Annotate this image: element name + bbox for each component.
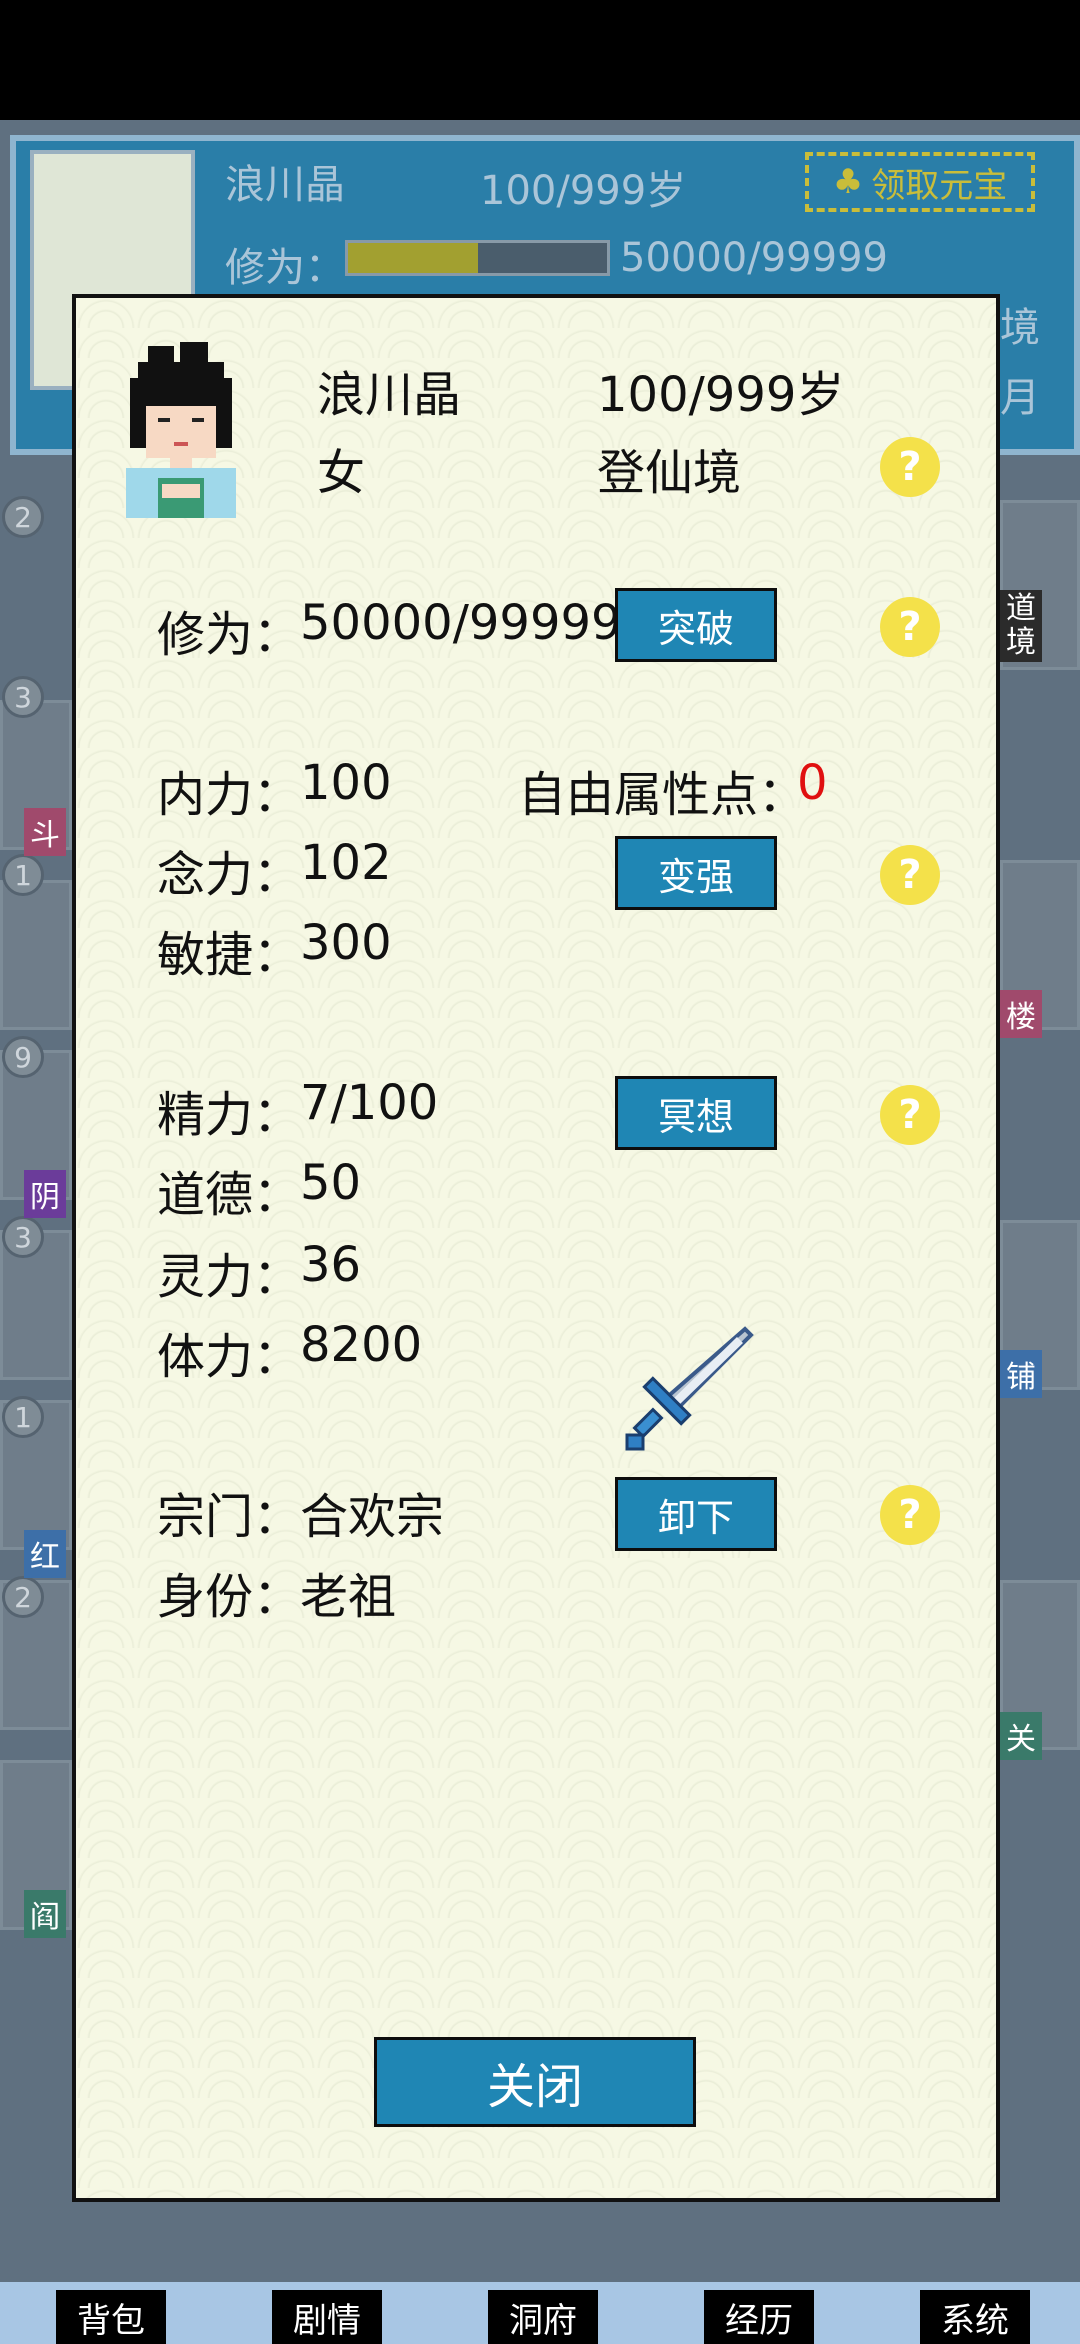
sect-help-icon[interactable]: ? xyxy=(880,1485,940,1545)
identity-value: 老祖 xyxy=(300,1569,397,1625)
nav-system-button[interactable]: 系统 xyxy=(920,2290,1030,2344)
count-badge: 3 xyxy=(2,1216,44,1258)
sword-icon xyxy=(625,1326,754,1451)
energy-value: 7/100 xyxy=(300,1075,439,1131)
nav-bag-button[interactable]: 背包 xyxy=(56,2290,166,2344)
agility-value: 300 xyxy=(300,915,392,971)
background-tag: 关 xyxy=(1000,1712,1042,1760)
background-tag: 阎 xyxy=(24,1890,66,1938)
background-tag: 道 境 xyxy=(1000,590,1042,662)
reward-button[interactable]: ♣ 领取元宝 xyxy=(805,152,1035,212)
background-tag: 阴 xyxy=(24,1170,66,1218)
background-cultivation-value: 50000/99999 xyxy=(620,235,888,281)
character-realm: 登仙境 xyxy=(597,445,742,501)
mind-power-label: 念力： xyxy=(157,847,302,903)
cultivation-value: 50000/99999 xyxy=(300,595,622,651)
background-name: 浪川晶 xyxy=(225,162,345,208)
agility-label: 敏捷： xyxy=(157,927,302,983)
background-cultivation-label: 修为： xyxy=(225,245,345,291)
ingot-icon: ♣ xyxy=(832,162,864,202)
free-points-label: 自由属性点： xyxy=(518,767,807,823)
realm-help-icon[interactable]: ? xyxy=(880,437,940,497)
nav-history-button[interactable]: 经历 xyxy=(704,2290,814,2344)
nav-story-button[interactable]: 剧情 xyxy=(272,2290,382,2344)
background-right-text-1: 境 xyxy=(1000,305,1040,351)
inner-power-label: 内力： xyxy=(157,767,302,823)
cultivation-label: 修为： xyxy=(157,607,302,663)
sect-label: 宗门： xyxy=(157,1489,302,1545)
close-button[interactable]: 关闭 xyxy=(374,2037,696,2127)
reward-button-label: 领取元宝 xyxy=(871,165,1008,206)
background-cultivation-fill xyxy=(348,243,478,273)
inner-power-value: 100 xyxy=(300,755,392,811)
mind-power-value: 102 xyxy=(300,835,392,891)
meditate-button[interactable]: 冥想 xyxy=(615,1076,777,1150)
morality-value: 50 xyxy=(300,1155,362,1211)
character-gender: 女 xyxy=(317,445,366,501)
stamina-value: 8200 xyxy=(300,1317,423,1373)
background-tag: 铺 xyxy=(1000,1350,1042,1398)
background-age: 100/999岁 xyxy=(480,168,687,214)
background-right-text-2: 月 xyxy=(1000,375,1040,421)
spirit-value: 36 xyxy=(300,1237,362,1293)
energy-label: 精力： xyxy=(157,1087,302,1143)
count-badge: 9 xyxy=(2,1036,44,1078)
strengthen-button[interactable]: 变强 xyxy=(615,836,777,910)
character-avatar xyxy=(126,342,236,518)
count-badge: 1 xyxy=(2,854,44,896)
count-badge: 2 xyxy=(2,1576,44,1618)
nav-cave-button[interactable]: 洞府 xyxy=(488,2290,598,2344)
free-points-value: 0 xyxy=(797,755,828,811)
unequip-button[interactable]: 卸下 xyxy=(615,1477,777,1551)
background-tile[interactable] xyxy=(0,880,72,1030)
count-badge: 3 xyxy=(2,676,44,718)
attributes-help-icon[interactable]: ? xyxy=(880,845,940,905)
breakthrough-button[interactable]: 突破 xyxy=(615,588,777,662)
count-badge: 2 xyxy=(2,496,44,538)
background-tag: 楼 xyxy=(1000,990,1042,1038)
status-bar xyxy=(0,0,1080,120)
background-tag: 斗 xyxy=(24,808,66,856)
background-tag: 红 xyxy=(24,1530,66,1578)
count-badge: 1 xyxy=(2,1396,44,1438)
background-cultivation-bar xyxy=(345,240,610,276)
energy-help-icon[interactable]: ? xyxy=(880,1085,940,1145)
morality-label: 道德： xyxy=(157,1167,302,1223)
sect-value: 合欢宗 xyxy=(300,1489,445,1545)
character-name: 浪川晶 xyxy=(317,367,462,423)
stamina-label: 体力： xyxy=(157,1329,302,1385)
cultivation-help-icon[interactable]: ? xyxy=(880,597,940,657)
identity-label: 身份： xyxy=(157,1569,302,1625)
spirit-label: 灵力： xyxy=(157,1249,302,1305)
character-age: 100/999岁 xyxy=(597,367,845,423)
